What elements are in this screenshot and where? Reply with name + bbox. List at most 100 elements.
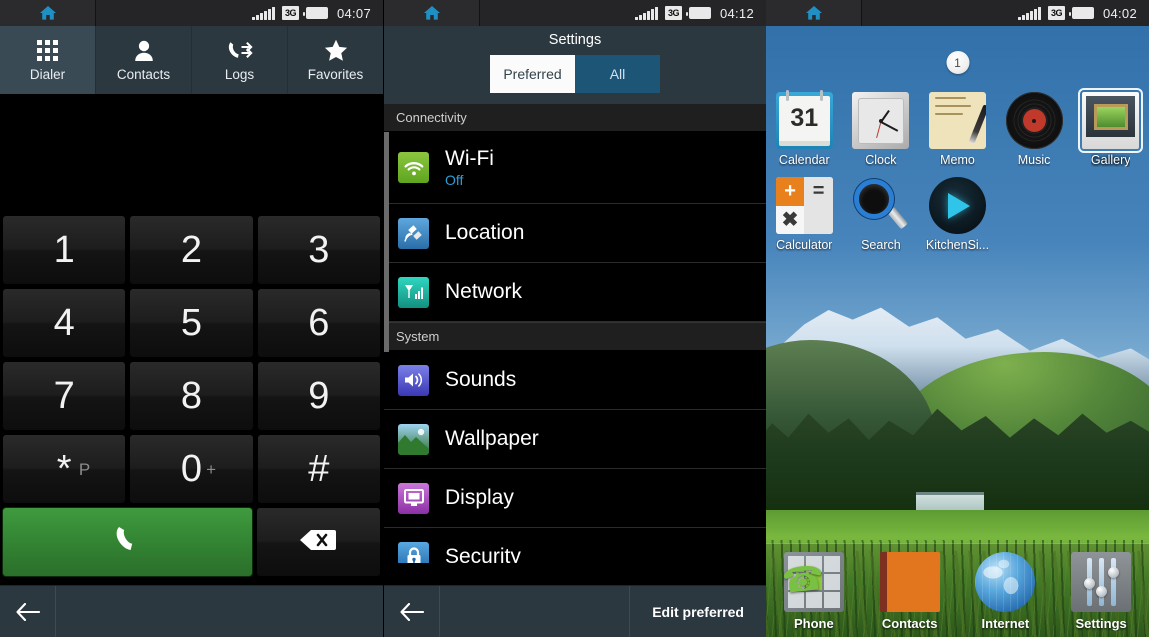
tab-contacts[interactable]: Contacts bbox=[96, 26, 192, 94]
settings-row-display[interactable]: Display bbox=[384, 469, 766, 528]
key-8[interactable]: 8 bbox=[129, 361, 254, 431]
segment-preferred[interactable]: Preferred bbox=[490, 55, 575, 93]
app-clock[interactable]: Clock bbox=[843, 92, 920, 167]
key-5[interactable]: 5 bbox=[129, 288, 254, 358]
key-2-label: 2 bbox=[180, 229, 203, 271]
screenshot-stage: 3G 04:07 Dialer Contacts Logs Favorites … bbox=[0, 0, 1149, 637]
key-star[interactable]: * P bbox=[2, 434, 127, 504]
settings-panel: 3G 04:12 Settings Preferred All Connecti… bbox=[383, 0, 766, 637]
dialer-footer bbox=[0, 585, 383, 637]
segment-all[interactable]: All bbox=[575, 55, 660, 93]
settings-row-wallpaper[interactable]: Wallpaper bbox=[384, 410, 766, 469]
globe-meridians bbox=[975, 552, 1036, 612]
key-0[interactable]: 0 + bbox=[129, 434, 254, 504]
key-6[interactable]: 6 bbox=[256, 288, 381, 358]
settings-row-security[interactable]: Security bbox=[384, 528, 766, 563]
dialer-footer-space bbox=[56, 586, 383, 637]
call-icon bbox=[112, 525, 142, 560]
gallery-inner bbox=[1086, 96, 1136, 137]
satellite-icon bbox=[398, 217, 429, 249]
key-9[interactable]: 9 bbox=[256, 361, 381, 431]
app-gallery[interactable]: Gallery bbox=[1072, 88, 1149, 167]
tab-contacts-label: Contacts bbox=[116, 66, 171, 82]
settings-row-network[interactable]: Network bbox=[384, 263, 766, 322]
settings-filter-segments: Preferred All bbox=[384, 55, 766, 93]
key-4-label: 4 bbox=[53, 302, 75, 344]
settings-footer: Edit preferred bbox=[384, 585, 766, 637]
status-indicators: 3G bbox=[252, 6, 337, 20]
dial-number-display[interactable] bbox=[0, 94, 383, 215]
tab-favorites[interactable]: Favorites bbox=[288, 26, 383, 94]
slider-1 bbox=[1083, 558, 1095, 606]
settings-scrollbar[interactable] bbox=[384, 132, 389, 352]
slider-3 bbox=[1107, 558, 1119, 606]
app-music[interactable]: Music bbox=[996, 92, 1073, 167]
home-icon[interactable] bbox=[766, 0, 862, 26]
app-grid: 31 Calendar Clock Memo Music Gallery + =… bbox=[766, 88, 1149, 252]
status-indicators: 3G bbox=[635, 6, 720, 20]
dock-phone-label: Phone bbox=[794, 616, 834, 631]
settings-row-sounds[interactable]: Sounds bbox=[384, 351, 766, 410]
key-2[interactable]: 2 bbox=[129, 215, 254, 285]
key-1-label: 1 bbox=[53, 229, 75, 271]
settings-row-wifi[interactable]: Wi-Fi Off bbox=[384, 132, 766, 204]
calc-blank bbox=[804, 205, 833, 234]
dialpad-action-row bbox=[0, 504, 383, 577]
network-type-badge: 3G bbox=[1047, 6, 1065, 20]
dock-contacts-label: Contacts bbox=[881, 616, 938, 631]
status-bar-dialer: 3G 04:07 bbox=[0, 0, 383, 26]
key-8-label: 8 bbox=[180, 375, 203, 417]
dock-internet[interactable]: Internet bbox=[975, 552, 1036, 631]
back-arrow-icon bbox=[399, 602, 424, 621]
edit-preferred-button[interactable]: Edit preferred bbox=[629, 585, 766, 637]
key-1[interactable]: 1 bbox=[2, 215, 127, 285]
settings-row-location[interactable]: Location bbox=[384, 204, 766, 263]
app-calculator[interactable]: + = ✖ Calculator bbox=[766, 177, 843, 252]
app-kitchensink[interactable]: KitchenSi... bbox=[919, 177, 996, 252]
calc-equals: = bbox=[804, 177, 833, 206]
settings-row-wallpaper-label: Wallpaper bbox=[445, 427, 539, 450]
clock-icon bbox=[852, 92, 910, 149]
dock-phone[interactable]: ☎ Phone bbox=[783, 552, 844, 631]
app-grid-filler-2 bbox=[1072, 177, 1149, 252]
lock-icon bbox=[398, 541, 429, 563]
vinyl-label bbox=[1022, 109, 1046, 132]
signal-strength-icon bbox=[252, 6, 275, 20]
key-star-sublabel: P bbox=[78, 460, 91, 480]
globe-icon bbox=[975, 552, 1036, 612]
page-title: Settings bbox=[548, 32, 602, 48]
app-music-label: Music bbox=[1017, 153, 1051, 167]
tab-favorites-label: Favorites bbox=[307, 66, 364, 82]
calendar-rings bbox=[785, 90, 823, 101]
app-search[interactable]: Search bbox=[843, 177, 920, 252]
settings-row-security-text: Security bbox=[445, 545, 521, 563]
key-3-label: 3 bbox=[308, 229, 330, 271]
app-memo[interactable]: Memo bbox=[919, 92, 996, 167]
calendar-icon: 31 bbox=[775, 90, 833, 149]
dock-contacts[interactable]: Contacts bbox=[879, 552, 940, 631]
backspace-button[interactable] bbox=[255, 507, 381, 577]
calc-plus: + bbox=[775, 177, 805, 206]
contacts-person bbox=[902, 567, 924, 597]
landscape-icon bbox=[398, 423, 429, 455]
back-button-dialer[interactable] bbox=[0, 585, 56, 637]
page-indicator[interactable]: 1 bbox=[946, 51, 969, 74]
settings-row-network-label: Network bbox=[445, 280, 523, 303]
key-7[interactable]: 7 bbox=[2, 361, 127, 431]
home-icon[interactable] bbox=[384, 0, 480, 26]
key-3[interactable]: 3 bbox=[256, 215, 381, 285]
app-calendar-label: Calendar bbox=[778, 153, 830, 167]
call-button[interactable] bbox=[2, 507, 253, 577]
app-calendar[interactable]: 31 Calendar bbox=[766, 90, 843, 167]
dock-settings[interactable]: Settings bbox=[1071, 552, 1132, 631]
tab-dialer[interactable]: Dialer bbox=[0, 26, 96, 94]
key-hash[interactable]: # bbox=[256, 434, 381, 504]
tab-logs[interactable]: Logs bbox=[192, 26, 288, 94]
key-5-label: 5 bbox=[180, 302, 203, 344]
home-icon[interactable] bbox=[0, 0, 96, 26]
back-button-settings[interactable] bbox=[384, 585, 440, 637]
clock-face bbox=[857, 97, 904, 144]
signal-strength-icon bbox=[635, 6, 658, 20]
settings-row-wifi-value: Off bbox=[445, 172, 464, 188]
key-4[interactable]: 4 bbox=[2, 288, 127, 358]
